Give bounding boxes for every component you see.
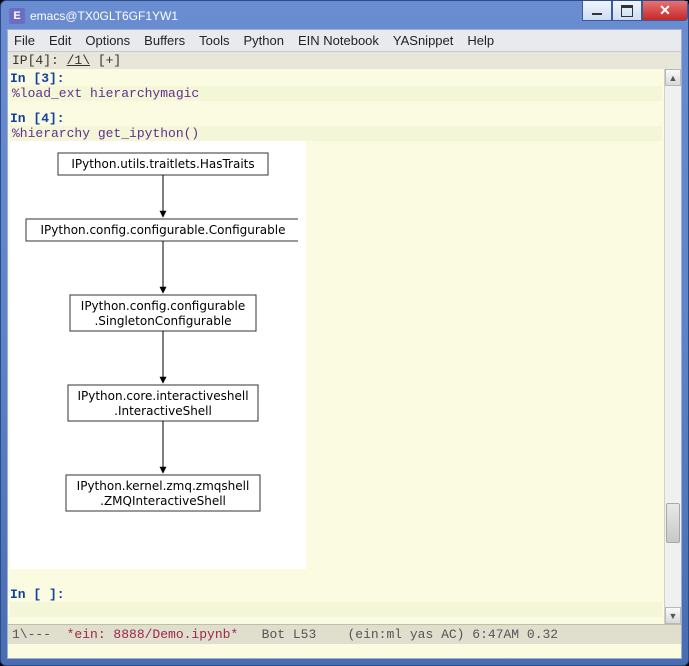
modeline-buffer: *ein: 8888/Demo.ipynb* — [67, 627, 239, 642]
window-frame: E emacs@TX0GLT6GF1YW1 File Edit Options … — [0, 0, 689, 666]
maximize-button[interactable] — [612, 1, 642, 21]
scroll-down-button[interactable]: ▼ — [665, 607, 681, 624]
code-line-3[interactable]: %load_ext hierarchymagic — [10, 86, 662, 101]
svg-text:.ZMQInteractiveShell: .ZMQInteractiveShell — [100, 494, 226, 508]
node-singleton: IPython.config.configurable .SingletonCo… — [70, 295, 256, 331]
node-zmqshell: IPython.kernel.zmq.zmqshell .ZMQInteract… — [66, 475, 260, 511]
menu-edit[interactable]: Edit — [49, 33, 71, 48]
scroll-thumb[interactable] — [666, 503, 680, 543]
scroll-up-button[interactable]: ▲ — [665, 69, 681, 86]
svg-text:IPython.utils.traitlets.HasTra: IPython.utils.traitlets.HasTraits — [71, 157, 254, 171]
svg-text:IPython.core.interactiveshell: IPython.core.interactiveshell — [77, 389, 248, 403]
cell-empty: In [ ]: — [10, 587, 662, 617]
hierarchy-svg: IPython.utils.traitlets.HasTraits IPytho… — [18, 151, 298, 551]
node-configurable: IPython.config.configurable.Configurable — [26, 219, 298, 241]
node-interactiveshell: IPython.core.interactiveshell .Interacti… — [68, 385, 258, 421]
close-button[interactable] — [642, 1, 688, 21]
header-add[interactable]: [+] — [90, 53, 121, 68]
minimize-button[interactable] — [582, 1, 612, 21]
menu-options[interactable]: Options — [85, 33, 130, 48]
menu-yasnippet[interactable]: YASnippet — [393, 33, 453, 48]
hierarchy-diagram: IPython.utils.traitlets.HasTraits IPytho… — [10, 141, 306, 569]
header-prefix: IP[4]: — [12, 53, 67, 68]
header-line: IP[4]: /1\ [+] — [8, 52, 681, 69]
modeline: 1\--- *ein: 8888/Demo.ipynb* Bot L53 (ei… — [8, 624, 681, 644]
prompt-in-3: In [3]: — [10, 71, 662, 86]
prompt-in-4: In [4]: — [10, 111, 662, 126]
code-line-4[interactable]: %hierarchy get_ipython() — [10, 126, 662, 141]
svg-text:IPython.config.configurable.Co: IPython.config.configurable.Configurable — [41, 223, 286, 237]
cell-4: In [4]: %hierarchy get_ipython() — [10, 111, 662, 569]
client-area: File Edit Options Buffers Tools Python E… — [7, 29, 682, 659]
svg-text:IPython.config.configurable: IPython.config.configurable — [81, 299, 245, 313]
cell-3: In [3]: %load_ext hierarchymagic — [10, 71, 662, 101]
svg-text:IPython.kernel.zmq.zmqshell: IPython.kernel.zmq.zmqshell — [77, 479, 250, 493]
menu-buffers[interactable]: Buffers — [144, 33, 185, 48]
window-title: emacs@TX0GLT6GF1YW1 — [30, 9, 178, 23]
node-hastraits: IPython.utils.traitlets.HasTraits — [58, 153, 268, 175]
header-tab[interactable]: /1\ — [67, 53, 90, 68]
code-line-empty[interactable] — [10, 602, 662, 617]
emacs-icon: E — [9, 8, 25, 24]
vertical-scrollbar[interactable]: ▲ ▼ — [664, 69, 681, 624]
menu-help[interactable]: Help — [467, 33, 494, 48]
menubar: File Edit Options Buffers Tools Python E… — [8, 30, 681, 52]
modeline-left: 1\--- — [12, 627, 67, 642]
prompt-in-empty: In [ ]: — [10, 587, 662, 602]
menu-file[interactable]: File — [14, 33, 35, 48]
window-controls — [582, 1, 688, 21]
menu-python[interactable]: Python — [243, 33, 283, 48]
titlebar[interactable]: E emacs@TX0GLT6GF1YW1 — [7, 7, 682, 29]
buffer-content[interactable]: In [3]: %load_ext hierarchymagic In [4]:… — [8, 69, 664, 624]
scroll-track[interactable] — [665, 86, 681, 607]
modeline-rest: Bot L53 (ein:ml yas AC) 6:47AM 0.32 — [238, 627, 558, 642]
svg-text:.InteractiveShell: .InteractiveShell — [114, 404, 212, 418]
menu-tools[interactable]: Tools — [199, 33, 229, 48]
minibuffer[interactable] — [8, 644, 681, 658]
svg-text:.SingletonConfigurable: .SingletonConfigurable — [94, 314, 231, 328]
menu-ein-notebook[interactable]: EIN Notebook — [298, 33, 379, 48]
content-wrap: In [3]: %load_ext hierarchymagic In [4]:… — [8, 69, 681, 624]
